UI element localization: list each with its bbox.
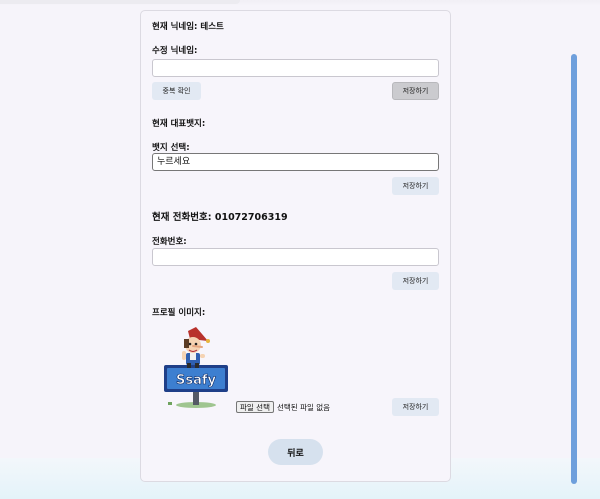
profile-avatar-image: Ssafy bbox=[164, 327, 228, 408]
phone-input[interactable] bbox=[152, 248, 439, 266]
current-badge-label: 현재 대표뱃지: bbox=[152, 119, 206, 129]
save-image-button[interactable]: 저장하기 bbox=[392, 398, 439, 416]
nickname-input[interactable] bbox=[152, 59, 439, 77]
file-select-button[interactable]: 파일 선택 bbox=[236, 401, 274, 413]
edit-nickname-label: 수정 닉네임: bbox=[152, 46, 198, 56]
save-badge-button[interactable]: 저장하기 bbox=[392, 177, 439, 195]
file-status: 선택된 파일 없음 bbox=[277, 403, 331, 412]
avatar-sign-text: Ssafy bbox=[176, 373, 217, 388]
top-strip bbox=[0, 0, 600, 6]
check-duplicate-button[interactable]: 중복 확인 bbox=[152, 82, 201, 100]
top-shadow bbox=[0, 0, 240, 4]
current-nickname: 현재 닉네임: 테스트 bbox=[152, 22, 224, 32]
scrollbar[interactable] bbox=[571, 54, 577, 484]
badge-select[interactable]: 누르세요 bbox=[152, 153, 439, 171]
current-phone: 현재 전화번호: 01072706319 bbox=[152, 212, 288, 223]
profile-image-label: 프로필 이미지: bbox=[152, 308, 206, 318]
phone-label: 전화번호: bbox=[152, 237, 187, 247]
save-phone-button[interactable]: 저장하기 bbox=[392, 272, 439, 290]
save-nickname-button[interactable]: 저장하기 bbox=[392, 82, 439, 100]
badge-select-label: 뱃지 선택: bbox=[152, 143, 190, 153]
back-button[interactable]: 뒤로 bbox=[268, 439, 323, 465]
